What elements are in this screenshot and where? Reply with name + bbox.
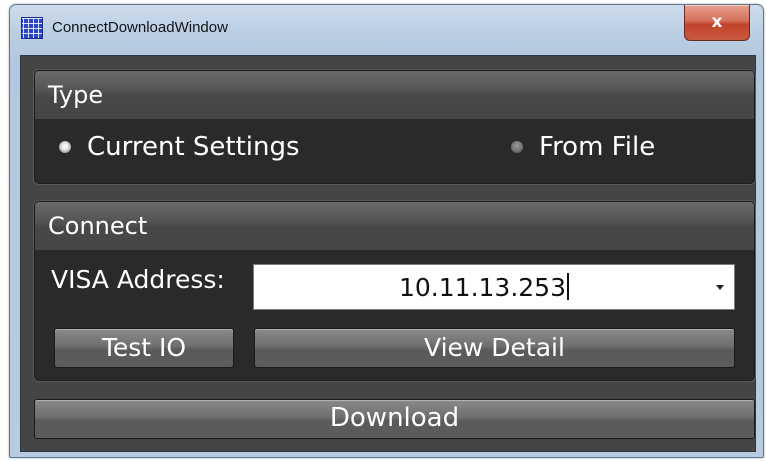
type-group-header: Type — [35, 71, 754, 119]
radio-from-file[interactable]: From File — [499, 128, 719, 168]
app-grid-icon — [21, 17, 43, 39]
title-bar[interactable]: ConnectDownloadWindow x — [10, 5, 763, 55]
test-io-button[interactable]: Test IO — [54, 328, 234, 368]
download-button[interactable]: Download — [34, 399, 755, 439]
type-group-title: Type — [48, 81, 104, 109]
visa-address-combobox[interactable]: 10.11.13.253 — [253, 264, 735, 310]
visa-address-label: VISA Address: — [51, 265, 225, 294]
window-title: ConnectDownloadWindow — [52, 19, 228, 36]
text-caret — [567, 273, 569, 300]
view-detail-button[interactable]: View Detail — [254, 328, 735, 368]
radio-current-settings-label: Current Settings — [87, 132, 300, 162]
connect-download-window: ConnectDownloadWindow x Type Current Set… — [9, 4, 764, 458]
connect-group-header: Connect — [35, 202, 754, 250]
radio-from-file-label: From File — [539, 132, 656, 162]
radio-current-settings[interactable]: Current Settings — [53, 128, 353, 168]
visa-address-text: 10.11.13.253 — [399, 273, 566, 302]
visa-address-value: 10.11.13.253 — [399, 273, 569, 302]
radio-unchecked-icon — [511, 141, 523, 153]
type-group: Type Current Settings From File — [34, 70, 755, 184]
connect-group: Connect VISA Address: 10.11.13.253 Test … — [34, 201, 755, 381]
client-area: Type Current Settings From File Connect … — [20, 55, 756, 452]
close-button[interactable]: x — [684, 5, 750, 41]
dropdown-arrow-icon[interactable] — [716, 285, 724, 290]
radio-checked-icon — [59, 141, 71, 153]
connect-group-title: Connect — [48, 212, 148, 240]
